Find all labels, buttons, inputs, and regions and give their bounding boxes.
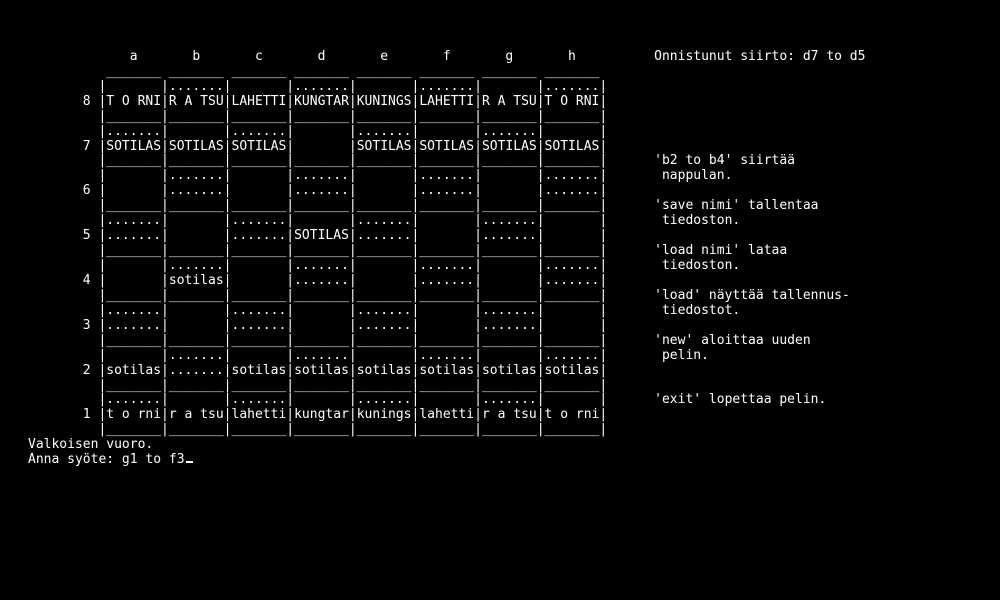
board-render: a b c d e f g h Onnistunut siirto: d7 to… [28,49,865,437]
terminal-output: a b c d e f g h Onnistunut siirto: d7 to… [0,0,1000,468]
text-cursor [186,461,193,463]
turn-line: Valkoisen vuoro. [28,437,153,452]
input-prompt[interactable]: Anna syöte: g1 to f3 [28,452,185,467]
